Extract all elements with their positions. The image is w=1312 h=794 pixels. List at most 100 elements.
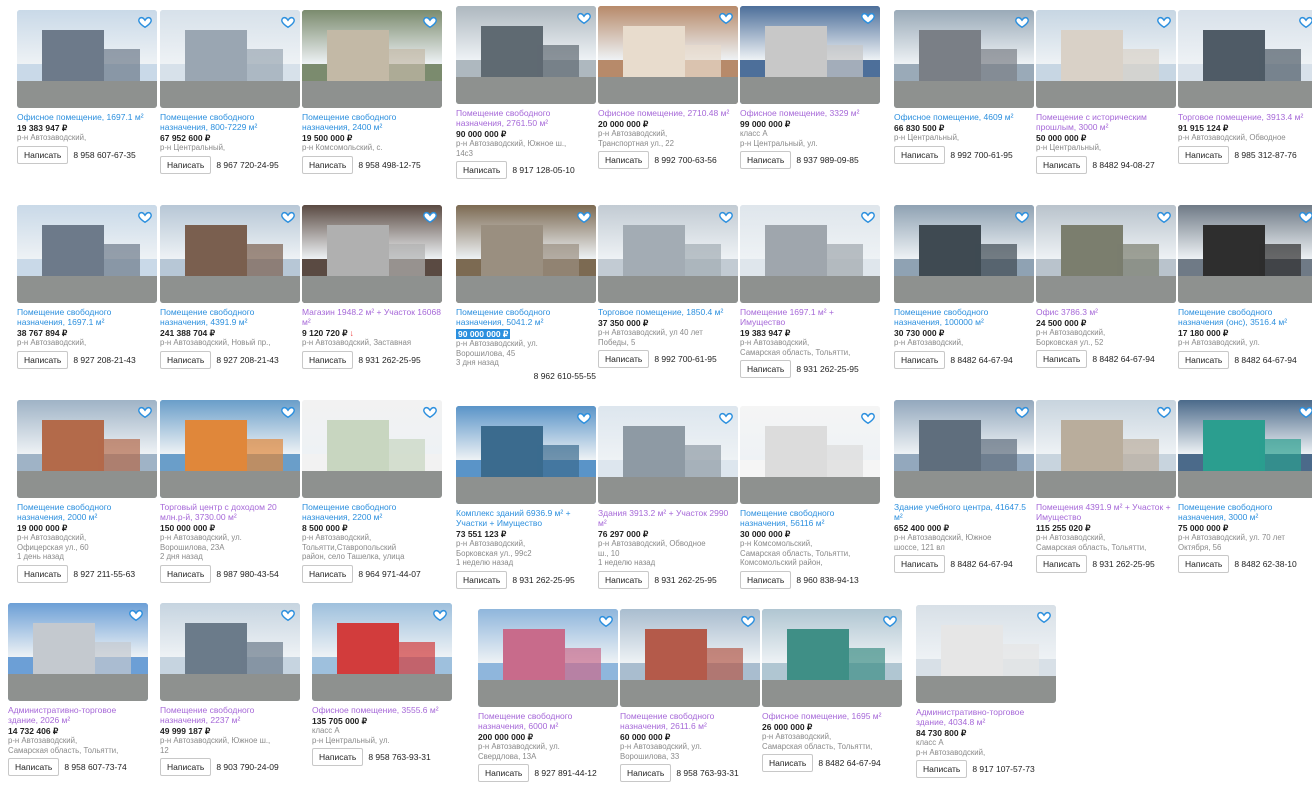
- write-message-button[interactable]: Написать: [456, 570, 508, 589]
- write-message-button[interactable]: Написать: [740, 360, 792, 378]
- heart-icon[interactable]: [1014, 404, 1030, 420]
- write-message-button[interactable]: Написать: [598, 570, 650, 589]
- listing-card[interactable]: Помещение свободного назначения, 3000 м²…: [1178, 400, 1312, 573]
- listing-photo[interactable]: [894, 10, 1034, 108]
- phone-number[interactable]: 8 931 262-25-95: [654, 575, 716, 585]
- phone-number[interactable]: 8 958 607-73-74: [64, 762, 126, 772]
- heart-icon[interactable]: [576, 10, 592, 26]
- listing-title[interactable]: Офисное помещение, 4609 м²: [894, 112, 1034, 122]
- write-message-button[interactable]: Написать: [1178, 350, 1230, 369]
- listing-photo[interactable]: [1036, 10, 1176, 108]
- heart-icon[interactable]: [137, 209, 153, 225]
- heart-icon[interactable]: [280, 607, 296, 623]
- listing-title[interactable]: Помещение свободного назначения, 100000 …: [894, 307, 1034, 327]
- listing-title[interactable]: Офисное помещение, 1697.1 м²: [17, 112, 157, 122]
- listing-photo[interactable]: [762, 609, 902, 707]
- listing-title[interactable]: Помещение свободного назначения (онс), 3…: [1178, 307, 1312, 327]
- heart-icon[interactable]: [882, 613, 898, 629]
- heart-icon[interactable]: [860, 209, 876, 225]
- phone-number[interactable]: 8 931 262-25-95: [796, 364, 858, 374]
- listing-photo[interactable]: [894, 400, 1034, 498]
- phone-number[interactable]: 8 931 262-25-95: [358, 355, 420, 365]
- phone-number[interactable]: 8 931 262-25-95: [1092, 559, 1154, 569]
- write-message-button[interactable]: Написать: [312, 748, 364, 766]
- listing-photo[interactable]: [160, 205, 300, 303]
- listing-card[interactable]: Торговое помещение, 3913.4 м² 91 915 124 …: [1178, 10, 1312, 164]
- write-message-button[interactable]: Написать: [894, 555, 946, 573]
- phone-number[interactable]: 8 8482 62-38-10: [1234, 559, 1296, 569]
- listing-photo[interactable]: [740, 406, 880, 504]
- listing-title[interactable]: Магазин 1948.2 м² + Участок 16068 м²: [302, 307, 442, 327]
- listing-card[interactable]: Офисное помещение, 3329 м² 99 000 000 ₽ кл…: [740, 6, 880, 169]
- listing-title[interactable]: Помещение свободного назначения, 800-722…: [160, 112, 300, 132]
- phone-number[interactable]: 8 960 838-94-13: [796, 575, 858, 585]
- write-message-button[interactable]: Написать: [894, 350, 946, 369]
- phone-number[interactable]: 8 937 989-09-85: [796, 155, 858, 165]
- listing-card[interactable]: Помещение свободного назначения, 2761.50…: [456, 6, 596, 179]
- listing-card[interactable]: Помещение свободного назначения, 5041.2 …: [456, 205, 596, 381]
- write-message-button[interactable]: Написать: [1036, 350, 1088, 368]
- heart-icon[interactable]: [718, 10, 734, 26]
- listing-title[interactable]: Помещение свободного назначения, 2400 м²: [302, 112, 442, 132]
- listing-photo[interactable]: [302, 400, 442, 498]
- heart-icon[interactable]: [576, 209, 592, 225]
- phone-number[interactable]: 8 927 208-21-43: [73, 355, 135, 365]
- phone-number[interactable]: 8 964 971-44-07: [358, 569, 420, 579]
- phone-number[interactable]: 8 992 700-63-56: [654, 155, 716, 165]
- listing-card[interactable]: Торговый центр с доходом 20 млн.р-й, 373…: [160, 400, 300, 583]
- listing-card[interactable]: Офисное помещение, 2710.48 м² 20 000 000 …: [598, 6, 738, 169]
- listing-photo[interactable]: [456, 6, 596, 104]
- listing-title[interactable]: Административно-торговое здание, 2026 м²: [8, 705, 148, 725]
- listing-photo[interactable]: [17, 205, 157, 303]
- listing-card[interactable]: Помещение свободного назначения, 6000 м²…: [478, 609, 618, 782]
- write-message-button[interactable]: Написать: [620, 764, 672, 782]
- phone-number[interactable]: 8 8482 94-08-27: [1092, 160, 1154, 170]
- phone-number[interactable]: 8 958 763-93-31: [368, 752, 430, 762]
- heart-icon[interactable]: [1036, 609, 1052, 625]
- listing-card[interactable]: Помещение свободного назначения, 56116 м…: [740, 406, 880, 589]
- write-message-button[interactable]: Написать: [17, 350, 69, 369]
- listing-photo[interactable]: [456, 205, 596, 303]
- heart-icon[interactable]: [1298, 209, 1312, 225]
- write-message-button[interactable]: Написать: [160, 564, 212, 583]
- heart-icon[interactable]: [718, 209, 734, 225]
- write-message-button[interactable]: Написать: [740, 151, 792, 169]
- heart-icon[interactable]: [1298, 14, 1312, 30]
- write-message-button[interactable]: Написать: [1178, 555, 1230, 573]
- listing-title[interactable]: Помещение с историческим прошлым, 3000 м…: [1036, 112, 1176, 132]
- listing-photo[interactable]: [17, 10, 157, 108]
- heart-icon[interactable]: [860, 10, 876, 26]
- listing-card[interactable]: Офисное помещение, 1695 м² 26 000 000 ₽ р-…: [762, 609, 902, 772]
- listing-photo[interactable]: [916, 605, 1056, 703]
- listing-title[interactable]: Офисное помещение, 3329 м²: [740, 108, 880, 118]
- phone-number[interactable]: 8 985 312-87-76: [1234, 150, 1296, 160]
- listing-photo[interactable]: [620, 609, 760, 707]
- listing-title[interactable]: Помещение свободного назначения, 2761.50…: [456, 108, 596, 128]
- phone-number[interactable]: 8 958 763-93-31: [676, 768, 738, 778]
- write-message-button[interactable]: Написать: [598, 350, 650, 368]
- phone-number[interactable]: 8 967 720-24-95: [216, 160, 278, 170]
- write-message-button[interactable]: Написать: [456, 161, 508, 179]
- listing-title[interactable]: Помещение свободного назначения, 2200 м²: [302, 502, 442, 522]
- phone-number[interactable]: 8 927 211-55-63: [73, 569, 135, 579]
- listing-card[interactable]: Помещение свободного назначения, 4391.9 …: [160, 205, 300, 369]
- listing-card[interactable]: Торговое помещение, 1850.4 м² 37 350 000 …: [598, 205, 738, 368]
- listing-card[interactable]: Комплекс зданий 6936.9 м² + Участки + Им…: [456, 406, 596, 589]
- listing-title[interactable]: Помещение свободного назначения, 1697.1 …: [17, 307, 157, 327]
- listing-card[interactable]: Помещение с историческим прошлым, 3000 м…: [1036, 10, 1176, 174]
- write-message-button[interactable]: Написать: [160, 758, 212, 776]
- listing-photo[interactable]: [302, 10, 442, 108]
- heart-icon[interactable]: [740, 613, 756, 629]
- listing-card[interactable]: Помещение 1697.1 м² + Имущество 19 383 94…: [740, 205, 880, 378]
- write-message-button[interactable]: Написать: [916, 760, 968, 778]
- listing-photo[interactable]: [598, 406, 738, 504]
- listing-title[interactable]: Офисное помещение, 1695 м²: [762, 711, 902, 721]
- listing-card[interactable]: Административно-торговое здание, 4034.8 …: [916, 605, 1056, 778]
- heart-icon[interactable]: [860, 410, 876, 426]
- write-message-button[interactable]: Написать: [17, 564, 69, 583]
- listing-photo[interactable]: [740, 6, 880, 104]
- listing-title[interactable]: Помещение свободного назначения, 5041.2 …: [456, 307, 596, 327]
- heart-icon[interactable]: [422, 404, 438, 420]
- listing-title[interactable]: Офисное помещение, 2710.48 м²: [598, 108, 738, 118]
- listing-photo[interactable]: [1178, 10, 1312, 108]
